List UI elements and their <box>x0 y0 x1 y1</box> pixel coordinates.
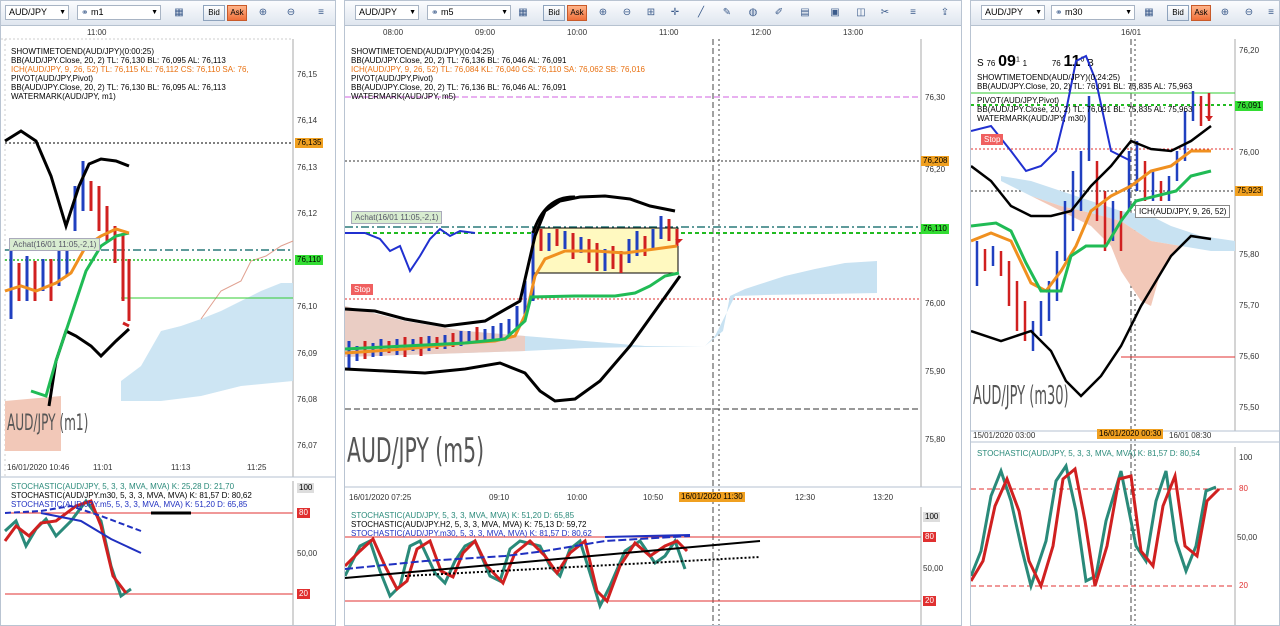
stoch-tick: 50,00 <box>1237 533 1258 542</box>
stoch-line: STOCHASTIC(AUD/JPY, 5, 3, 3, MVA, MVA) K… <box>11 482 235 491</box>
stoch-tick: 100 <box>1239 453 1253 462</box>
stoch-line: STOCHASTIC(AUD/JPY, 5, 3, 3, MVA, MVA) K… <box>977 449 1201 458</box>
stoch-line: STOCHASTIC(AUD/JPY.m30, 5, 3, 3, MVA, MV… <box>351 529 592 538</box>
stoch-line: STOCHASTIC(AUD/JPY.m30, 5, 3, 3, MVA, MV… <box>11 491 252 500</box>
stoch-tick: 20 <box>1237 581 1250 591</box>
stoch-tick: 80 <box>297 508 310 518</box>
stoch-legend: STOCHASTIC(AUD/JPY, 5, 3, 3, MVA, MVA) K… <box>11 482 252 509</box>
stoch-tick: 100 <box>297 483 315 493</box>
chart-panel-m30: AUD/JPY ▼ ⚭ m30 ▼ ▦ Bid Ask ⊕ ⊖ ≡ 16/01 S … <box>970 0 1280 626</box>
m1-stoch-svg <box>3 481 294 625</box>
stoch-tick: 100 <box>923 512 941 522</box>
stoch-tick: 20 <box>923 596 936 606</box>
stoch-line: STOCHASTIC(AUD/JPY.H2, 5, 3, 3, MVA, MVA… <box>351 520 587 529</box>
stoch-tick: 50,00 <box>923 564 944 573</box>
stoch-line: STOCHASTIC(AUD/JPY.m5, 5, 3, 3, MVA, MVA… <box>11 500 248 509</box>
stoch-tick: 50,00 <box>297 549 318 558</box>
stoch-legend: STOCHASTIC(AUD/JPY, 5, 3, 3, MVA, MVA) K… <box>351 511 592 538</box>
stoch-tick: 80 <box>1237 484 1250 494</box>
stoch-legend: STOCHASTIC(AUD/JPY, 5, 3, 3, MVA, MVA) K… <box>977 449 1200 458</box>
chart-panel-m5: AUD/JPY ▼ ⚭ m5 ▼ ▦ Bid Ask ⊕ ⊖ ⊞ ✛ ╱ ✎ ◍ ✐… <box>344 0 962 626</box>
stoch-line: STOCHASTIC(AUD/JPY, 5, 3, 3, MVA, MVA) K… <box>351 511 575 520</box>
chart-panel-m1: AUD/JPY ▼ ⚭ m1 ▼ ▦ Bid Ask ⊕ ⊖ ≡ 11:00 S… <box>0 0 336 626</box>
m30-stoch-svg <box>971 441 1279 625</box>
stoch-tick: 80 <box>923 532 936 542</box>
stoch-tick: 20 <box>297 589 310 599</box>
